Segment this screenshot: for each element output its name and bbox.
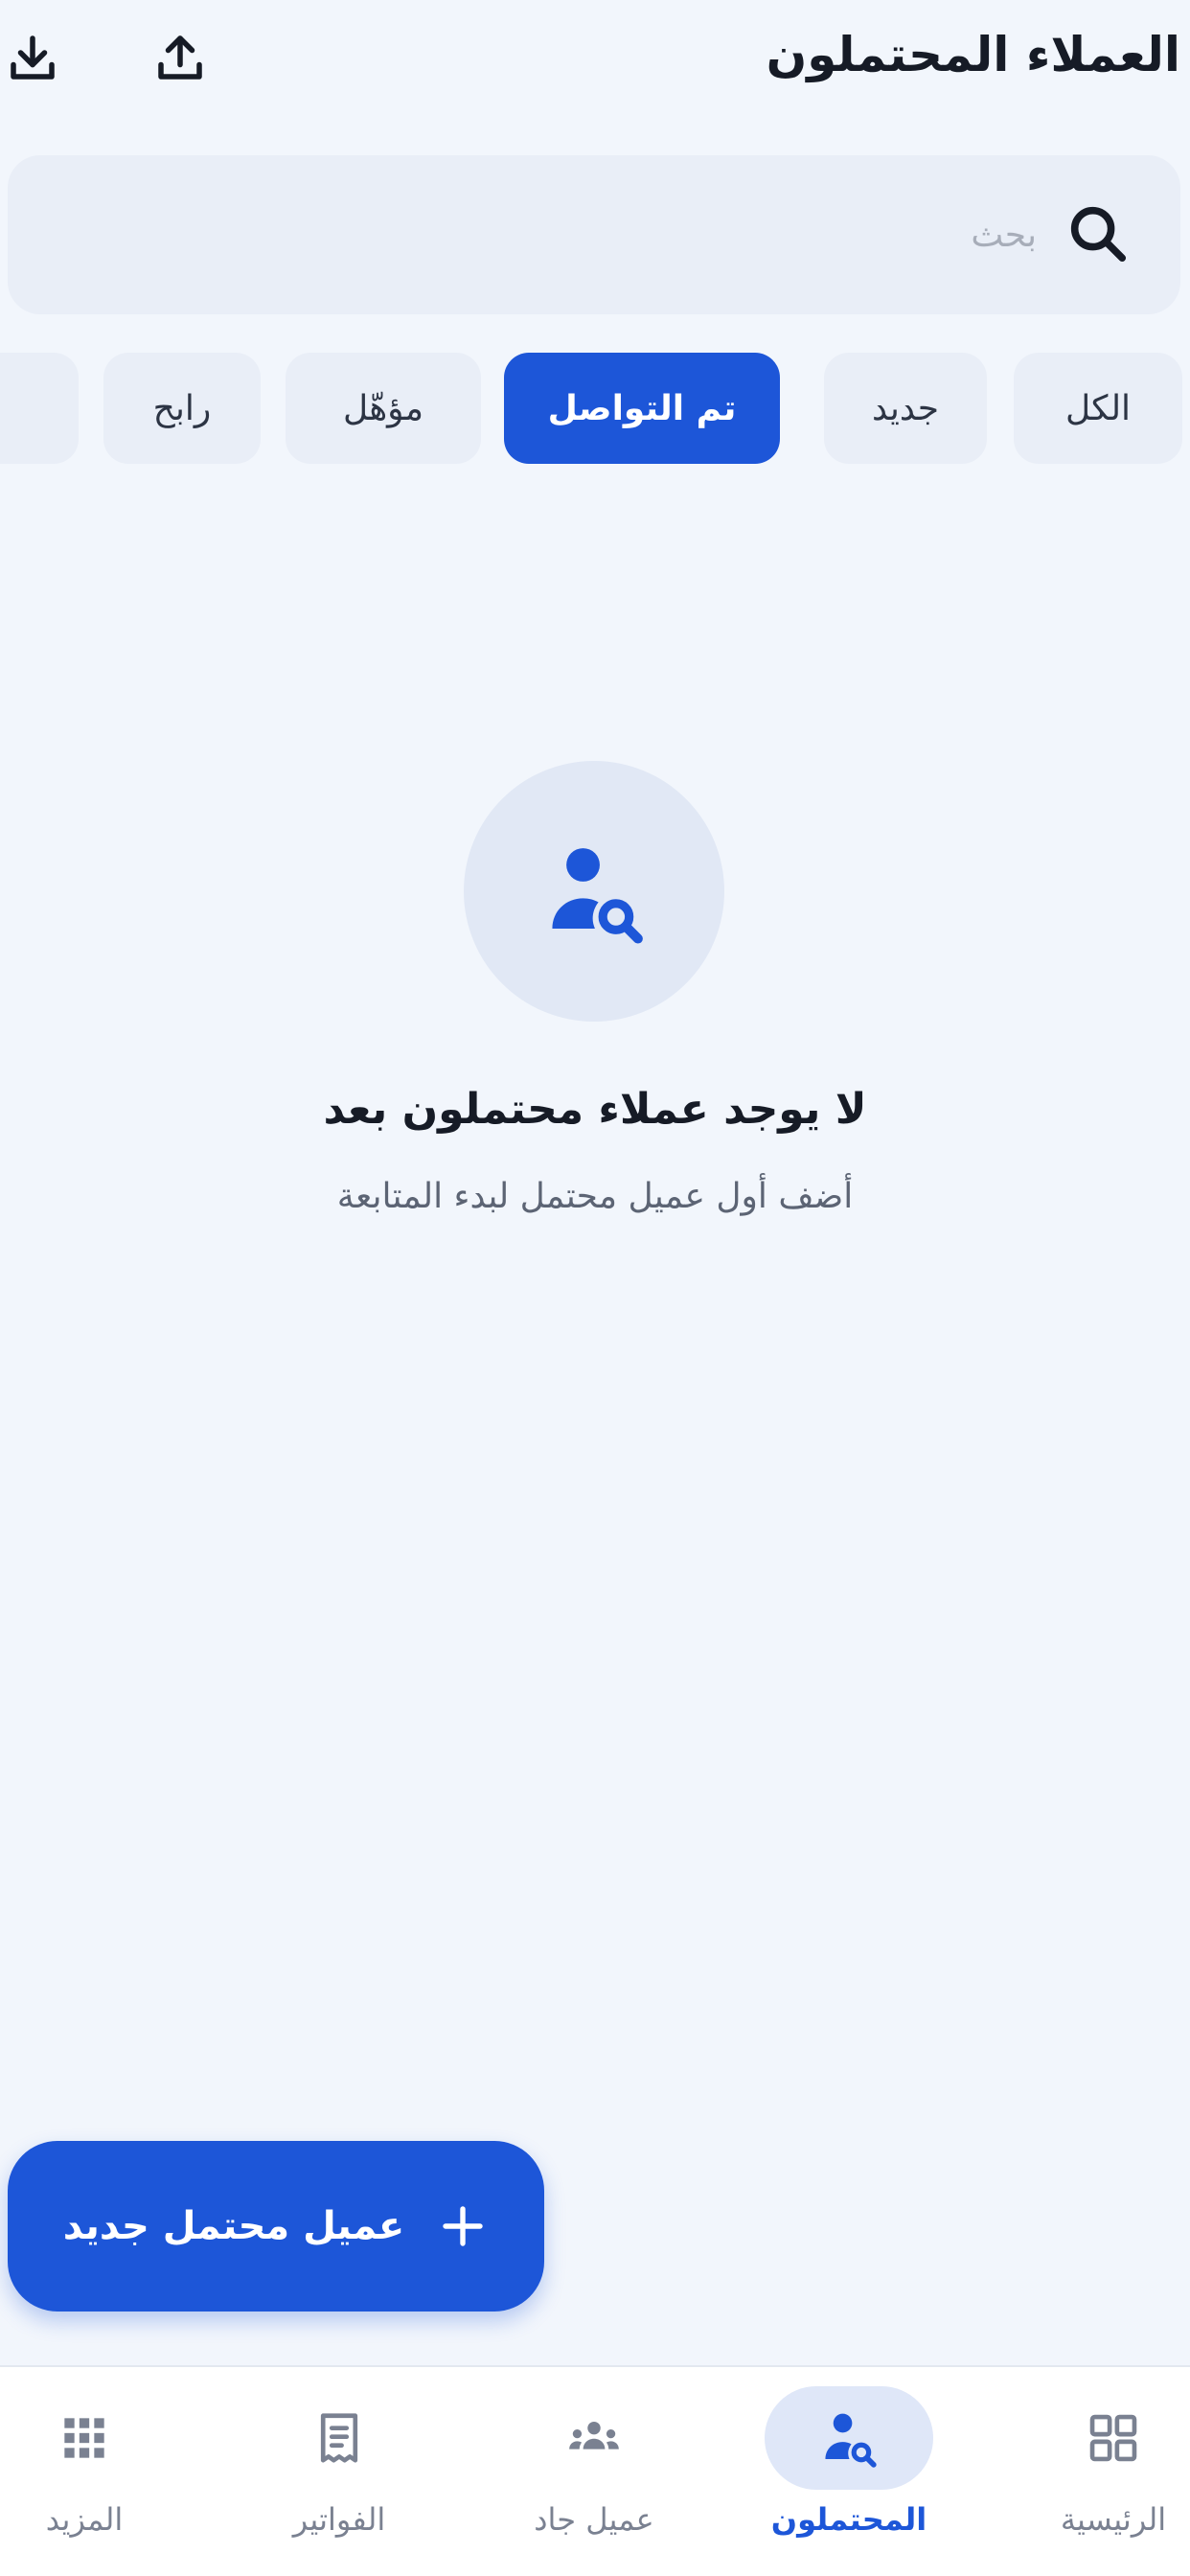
nav-more-label: المزيد xyxy=(45,2501,124,2538)
new-lead-label: عميل محتمل جديد xyxy=(62,2204,405,2248)
nav-leads-label: المحتملون xyxy=(770,2501,927,2538)
bottom-nav: الرئيسية المحتملون عميل جاد الفواتير الم… xyxy=(0,2365,1190,2576)
empty-state-illustration xyxy=(464,761,724,1022)
nav-home-pill xyxy=(1029,2386,1190,2490)
apps-icon xyxy=(64,2418,104,2458)
new-lead-button[interactable]: عميل محتمل جديد xyxy=(8,2141,544,2312)
chip-new[interactable]: جديد xyxy=(824,353,987,464)
chip-won[interactable]: رابح xyxy=(103,353,261,464)
search-input[interactable] xyxy=(174,203,1037,266)
nav-customers-label: عميل جاد xyxy=(534,2501,654,2538)
download-button[interactable] xyxy=(0,21,69,94)
nav-invoices[interactable]: الفواتير xyxy=(234,2367,445,2576)
nav-leads[interactable]: المحتملون xyxy=(744,2367,954,2576)
user-search-icon xyxy=(552,848,643,944)
grid-icon xyxy=(1089,2414,1137,2462)
screen: العملاء المحتملون الكل جديد تم التواصل م… xyxy=(0,0,1190,2576)
users-icon xyxy=(569,2421,619,2450)
nav-more-pill xyxy=(0,2386,169,2490)
filter-chips: الكل جديد تم التواصل مؤهّل رابح خ xyxy=(0,353,1190,466)
nav-more[interactable]: المزيد xyxy=(0,2367,190,2576)
header: العملاء المحتملون xyxy=(0,0,1190,125)
nav-home[interactable]: الرئيسية xyxy=(1008,2367,1190,2576)
search-bar[interactable] xyxy=(8,155,1180,314)
chip-lost[interactable]: خ xyxy=(0,353,79,464)
user-search-icon xyxy=(825,2413,877,2468)
empty-state-subtitle: أضف أول عميل محتمل لبدء المتابعة xyxy=(336,1177,854,1216)
download-icon xyxy=(11,35,55,80)
receipt-icon xyxy=(320,2413,358,2463)
nav-home-label: الرئيسية xyxy=(1060,2501,1167,2538)
nav-invoices-pill xyxy=(255,2386,423,2490)
nav-customers-pill xyxy=(510,2386,678,2490)
nav-invoices-label: الفواتير xyxy=(292,2501,386,2538)
upload-button[interactable] xyxy=(144,21,217,94)
upload-icon xyxy=(158,35,202,80)
chip-qualified[interactable]: مؤهّل xyxy=(286,353,481,464)
page-title: العملاء المحتملون xyxy=(766,27,1180,82)
nav-customers[interactable]: عميل جاد xyxy=(489,2367,699,2576)
empty-state-title: لا يوجد عملاء محتملون بعد xyxy=(323,1085,867,1134)
chip-contacted[interactable]: تم التواصل xyxy=(504,353,780,464)
search-icon xyxy=(1070,206,1127,263)
nav-leads-pill xyxy=(765,2386,933,2490)
chip-all[interactable]: الكل xyxy=(1014,353,1182,464)
plus-icon xyxy=(443,2206,483,2246)
